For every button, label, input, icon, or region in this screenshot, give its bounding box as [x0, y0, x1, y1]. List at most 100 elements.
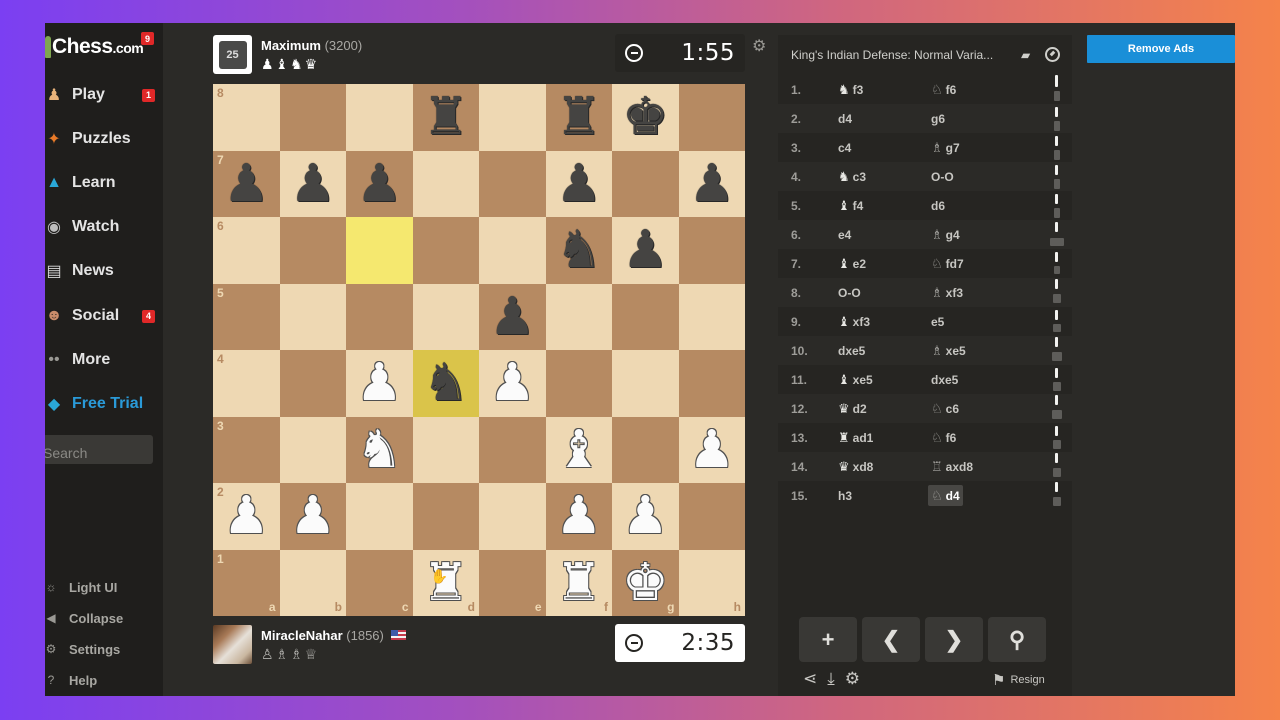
square-c6[interactable] [346, 217, 413, 284]
square-e1[interactable]: e [479, 549, 546, 616]
square-f3[interactable]: ♝ [545, 416, 612, 483]
square-h7[interactable]: ♟ [678, 150, 745, 217]
square-b8[interactable] [279, 84, 346, 151]
player-name[interactable]: MiracleNahar [261, 628, 343, 643]
white-move[interactable]: ♝ xe5 [835, 369, 876, 390]
add-move-button[interactable]: + [799, 617, 857, 662]
square-g5[interactable] [612, 283, 679, 350]
white-pawn-piece[interactable]: ♟ [489, 357, 536, 409]
white-move[interactable]: dxe5 [835, 340, 868, 361]
white-pawn-piece[interactable]: ♟ [356, 357, 403, 409]
square-c7[interactable]: ♟ [346, 150, 413, 217]
white-move[interactable]: ♝ f4 [835, 195, 866, 216]
previous-move-button[interactable]: ❮ [862, 617, 920, 662]
black-pawn-piece[interactable]: ♟ [289, 158, 336, 210]
opening-name[interactable]: King's Indian Defense: Normal Varia... [791, 48, 1011, 62]
square-d8[interactable]: ♜ [412, 84, 479, 151]
black-pawn-piece[interactable]: ♟ [688, 158, 735, 210]
chess-board[interactable]: 8 ♜ ♜ ♚ 7 ♟ ♟ ♟ ♟ ♟ 6 ♞ ♟ 5 ♟ 4 ♟ ♞ ♟ 3 ♞ ♝ ♟ 2 ♟ ♟ ♟ ♟ 1 a b c d ♜ ✋ e f ♜ g ♚… [213, 84, 745, 616]
remove-ads-button[interactable]: Remove Ads [1087, 35, 1235, 63]
square-d3[interactable] [412, 416, 479, 483]
black-rook-piece[interactable]: ♜ [422, 91, 469, 143]
square-h4[interactable] [678, 350, 745, 417]
white-pawn-piece[interactable]: ♟ [289, 490, 336, 542]
book-icon[interactable]: ▰ [1021, 48, 1030, 62]
square-f8[interactable]: ♜ [545, 84, 612, 151]
black-pawn-piece[interactable]: ♟ [356, 158, 403, 210]
square-b2[interactable]: ♟ [279, 483, 346, 550]
square-f7[interactable]: ♟ [545, 150, 612, 217]
white-knight-piece[interactable]: ♞ [356, 424, 403, 476]
board-settings-gear-icon[interactable]: ⚙ [752, 36, 766, 56]
black-move[interactable]: ♗ xe5 [928, 340, 969, 361]
square-d5[interactable] [412, 283, 479, 350]
explorer-compass-icon[interactable] [1045, 47, 1060, 62]
white-rook-piece[interactable]: ♜ [555, 557, 602, 609]
square-b1[interactable]: b [279, 549, 346, 616]
notification-badge[interactable]: 9 [141, 32, 154, 45]
square-b4[interactable] [279, 350, 346, 417]
sidebar-item-watch[interactable]: ◉ Watch [45, 212, 163, 242]
black-move[interactable]: ♘ c6 [928, 398, 962, 419]
black-move[interactable]: ♗ g4 [928, 224, 963, 245]
black-pawn-piece[interactable]: ♟ [223, 158, 270, 210]
square-h8[interactable] [678, 84, 745, 151]
black-knight-piece[interactable]: ♞ [555, 224, 602, 276]
black-move[interactable]: ♗ g7 [928, 137, 963, 158]
square-a2[interactable]: 2 ♟ [213, 483, 280, 550]
square-b7[interactable]: ♟ [279, 150, 346, 217]
sidebar-item-more[interactable]: •• More [45, 345, 163, 375]
white-move[interactable]: ♛ d2 [835, 398, 870, 419]
square-a1[interactable]: 1a [213, 549, 280, 616]
square-d7[interactable] [412, 150, 479, 217]
analysis-button[interactable]: ⚲ [988, 617, 1046, 662]
black-pawn-piece[interactable]: ♟ [622, 224, 669, 276]
square-a3[interactable]: 3 [213, 416, 280, 483]
black-pawn-piece[interactable]: ♟ [555, 158, 602, 210]
square-f5[interactable] [545, 283, 612, 350]
white-pawn-piece[interactable]: ♟ [223, 490, 270, 542]
square-g4[interactable] [612, 350, 679, 417]
sidebar-footer-settings[interactable]: ⚙ Settings [45, 639, 121, 659]
sidebar-footer-help[interactable]: ? Help [45, 670, 98, 690]
black-move[interactable]: ♘ f6 [928, 79, 959, 100]
share-icon[interactable]: ⋖ [803, 669, 817, 689]
black-move[interactable]: ♗ xf3 [928, 282, 966, 303]
square-f2[interactable]: ♟ [545, 483, 612, 550]
resign-button[interactable]: ⚑ Resign [992, 671, 1045, 689]
square-e4[interactable]: ♟ [479, 350, 546, 417]
square-d2[interactable] [412, 483, 479, 550]
square-c8[interactable] [346, 84, 413, 151]
sidebar-footer-light-ui[interactable]: ☼ Light UI [45, 577, 118, 597]
square-g7[interactable] [612, 150, 679, 217]
white-move[interactable]: ♜ ad1 [835, 427, 876, 448]
white-pawn-piece[interactable]: ♟ [688, 424, 735, 476]
square-b5[interactable] [279, 283, 346, 350]
square-d1[interactable]: d ♜ ✋ [412, 549, 479, 616]
black-move[interactable]: d6 [928, 195, 948, 216]
square-e3[interactable] [479, 416, 546, 483]
square-g2[interactable]: ♟ [612, 483, 679, 550]
square-a4[interactable]: 4 [213, 350, 280, 417]
square-c3[interactable]: ♞ [346, 416, 413, 483]
square-e2[interactable] [479, 483, 546, 550]
white-move[interactable]: O-O [835, 282, 864, 303]
square-g1[interactable]: g ♚ [612, 549, 679, 616]
square-h2[interactable] [678, 483, 745, 550]
black-move[interactable]: ♘ f6 [928, 427, 959, 448]
square-e8[interactable] [479, 84, 546, 151]
white-bishop-piece[interactable]: ♝ [555, 424, 602, 476]
square-b3[interactable] [279, 416, 346, 483]
black-move[interactable]: ♘ fd7 [928, 253, 967, 274]
opponent-name[interactable]: Maximum [261, 38, 321, 53]
square-c4[interactable]: ♟ [346, 350, 413, 417]
white-move[interactable]: h3 [835, 485, 855, 506]
square-h3[interactable]: ♟ [678, 416, 745, 483]
black-move[interactable]: ♘ d4 [928, 485, 963, 506]
black-knight-piece[interactable]: ♞ [422, 357, 469, 409]
square-f1[interactable]: f ♜ [545, 549, 612, 616]
white-move[interactable]: ♝ xf3 [835, 311, 873, 332]
white-move[interactable]: ♛ xd8 [835, 456, 876, 477]
square-e6[interactable] [479, 217, 546, 284]
sidebar-item-free-trial[interactable]: ◆ Free Trial [45, 389, 163, 419]
